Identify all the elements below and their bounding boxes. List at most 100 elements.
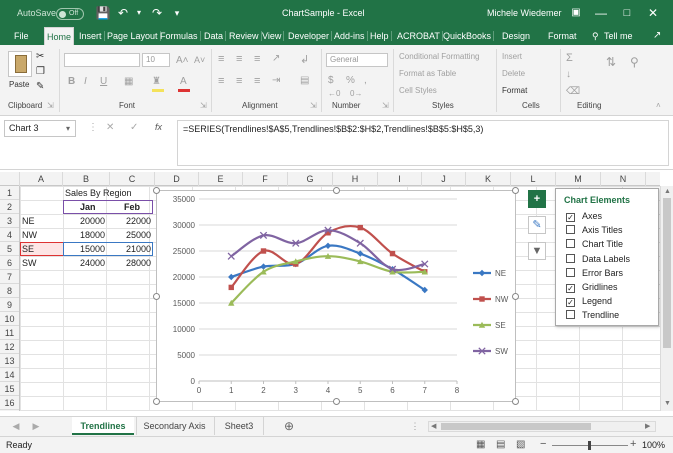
row-header[interactable]: 15: [0, 382, 19, 396]
zoom-out-icon[interactable]: −: [540, 438, 546, 450]
share-icon[interactable]: ↗: [653, 27, 661, 45]
chart-element-option[interactable]: Data Labels: [566, 253, 630, 264]
collapse-ribbon-icon[interactable]: ˄: [656, 101, 661, 110]
row-header[interactable]: 5: [0, 242, 19, 256]
row-header[interactable]: 14: [0, 368, 19, 382]
checkbox[interactable]: [566, 225, 575, 235]
tab-insert[interactable]: Insert: [79, 27, 104, 45]
formula-input[interactable]: =SERIES(Trendlines!$A$5,Trendlines!$B$2:…: [177, 120, 669, 166]
zoom-in-icon[interactable]: +: [630, 438, 636, 450]
align-center-icon[interactable]: ≡: [236, 75, 242, 87]
autosave-toggle[interactable]: Off: [56, 8, 84, 20]
sheet-tab-sheet3[interactable]: Sheet3: [214, 417, 264, 435]
column-header[interactable]: B: [63, 172, 110, 186]
row-header[interactable]: 9: [0, 298, 19, 312]
row-header[interactable]: 13: [0, 354, 19, 368]
checkbox[interactable]: ✓: [566, 213, 575, 222]
number-format-dropdown[interactable]: General: [326, 53, 388, 67]
redo-icon[interactable]: ↷: [146, 3, 168, 23]
column-header[interactable]: G: [288, 172, 333, 186]
insert-cells-button[interactable]: Insert: [502, 52, 522, 61]
chart-element-option[interactable]: Axis Titles: [566, 225, 623, 235]
row-header[interactable]: 2: [0, 200, 19, 214]
chart-element-option[interactable]: ✓ Gridlines: [566, 282, 618, 293]
line-chart[interactable]: 0 5000 10000 15000 20000 25000 30000 35000 0 1 2 3 4…: [153, 187, 519, 405]
tab-data[interactable]: Data: [204, 27, 227, 45]
checkbox[interactable]: ✓: [566, 284, 575, 293]
resize-handle[interactable]: [512, 293, 519, 300]
column-header[interactable]: I: [378, 172, 422, 186]
chart-element-option[interactable]: Error Bars: [566, 267, 623, 278]
cell-styles-button[interactable]: Cell Styles: [399, 86, 437, 95]
fill-icon[interactable]: ↓: [566, 69, 571, 80]
alignment-launcher-icon[interactable]: ⇲: [310, 101, 317, 110]
row-header[interactable]: 11: [0, 326, 19, 340]
cancel-icon[interactable]: ✕: [106, 122, 114, 133]
tab-add-ins[interactable]: Add-ins: [334, 27, 367, 45]
vertical-scrollbar[interactable]: ▲ ▼: [660, 186, 673, 411]
row-header[interactable]: 12: [0, 340, 19, 354]
column-header[interactable]: N: [601, 172, 646, 186]
increase-decimal-icon[interactable]: ←0: [328, 89, 340, 98]
horizontal-scrollbar[interactable]: ◀ ▶: [428, 421, 656, 432]
checkbox[interactable]: [566, 253, 575, 263]
font-color-icon[interactable]: A: [180, 76, 187, 87]
page-layout-view-icon[interactable]: ▤: [496, 439, 505, 450]
resize-handle[interactable]: [512, 398, 519, 405]
sheet-tab-trendlines[interactable]: Trendlines: [72, 417, 134, 435]
row-header[interactable]: 1: [0, 186, 19, 200]
tab-page-layout[interactable]: Page Layout: [107, 27, 161, 45]
delete-cells-button[interactable]: Delete: [502, 69, 525, 78]
copy-icon[interactable]: ❐: [36, 66, 45, 77]
scroll-right-icon[interactable]: ▶: [645, 422, 650, 430]
column-header[interactable]: A: [20, 172, 63, 186]
find-select-icon[interactable]: ⚲: [630, 55, 639, 69]
autosum-icon[interactable]: Σ: [566, 52, 573, 64]
tab-view[interactable]: View: [262, 27, 285, 45]
top-align-icon[interactable]: ≡: [218, 53, 224, 65]
decrease-font-icon[interactable]: A˅: [194, 55, 205, 65]
tab-acrobat[interactable]: ACROBAT: [397, 27, 443, 45]
currency-icon[interactable]: $: [328, 75, 334, 86]
row-header[interactable]: 3: [0, 214, 19, 228]
wrap-text-icon[interactable]: ↲: [300, 53, 309, 66]
row-header[interactable]: 10: [0, 312, 19, 326]
comma-style-icon[interactable]: ,: [364, 75, 367, 86]
tab-format[interactable]: Format: [548, 27, 577, 45]
row-header[interactable]: 8: [0, 284, 19, 298]
hscroll-thumb[interactable]: [441, 423, 591, 430]
conditional-formatting-button[interactable]: Conditional Formatting: [399, 52, 479, 61]
bottom-align-icon[interactable]: ≡: [254, 53, 260, 65]
insert-function-icon[interactable]: fx: [155, 122, 162, 132]
select-all-corner[interactable]: [0, 172, 20, 186]
zoom-slider-thumb[interactable]: [588, 441, 591, 450]
cut-icon[interactable]: ✂: [36, 51, 44, 62]
sheet-tab-secondary-axis[interactable]: Secondary Axis: [136, 417, 212, 435]
page-break-view-icon[interactable]: ▧: [516, 439, 525, 450]
resize-handle[interactable]: [333, 187, 340, 194]
chart-styles-brush-icon[interactable]: ✎: [528, 216, 546, 234]
tab-developer[interactable]: Developer: [288, 27, 333, 45]
paste-icon[interactable]: [8, 51, 32, 77]
checkbox[interactable]: ✓: [566, 298, 575, 308]
resize-handle[interactable]: [333, 398, 340, 405]
percent-icon[interactable]: %: [346, 75, 355, 86]
chart-element-option[interactable]: Trendline: [566, 310, 619, 320]
zoom-level[interactable]: 100%: [642, 440, 665, 450]
sort-filter-icon[interactable]: ⇅: [606, 55, 616, 69]
middle-align-icon[interactable]: ≡: [236, 53, 242, 65]
column-header[interactable]: E: [199, 172, 243, 186]
chart-element-option[interactable]: Chart Title: [566, 239, 623, 249]
tab-design[interactable]: Design: [502, 27, 530, 45]
row-header[interactable]: 7: [0, 270, 19, 284]
column-header[interactable]: H: [333, 172, 378, 186]
column-header[interactable]: L: [511, 172, 556, 186]
increase-font-icon[interactable]: A˄: [176, 55, 189, 66]
column-header[interactable]: K: [466, 172, 511, 186]
font-name-dropdown[interactable]: [64, 53, 140, 67]
new-sheet-plus-icon[interactable]: ⊕: [282, 417, 296, 435]
checkbox[interactable]: [566, 239, 575, 249]
column-header[interactable]: F: [243, 172, 288, 186]
scroll-up-icon[interactable]: ▲: [664, 188, 671, 195]
normal-view-icon[interactable]: ▦: [476, 439, 485, 450]
